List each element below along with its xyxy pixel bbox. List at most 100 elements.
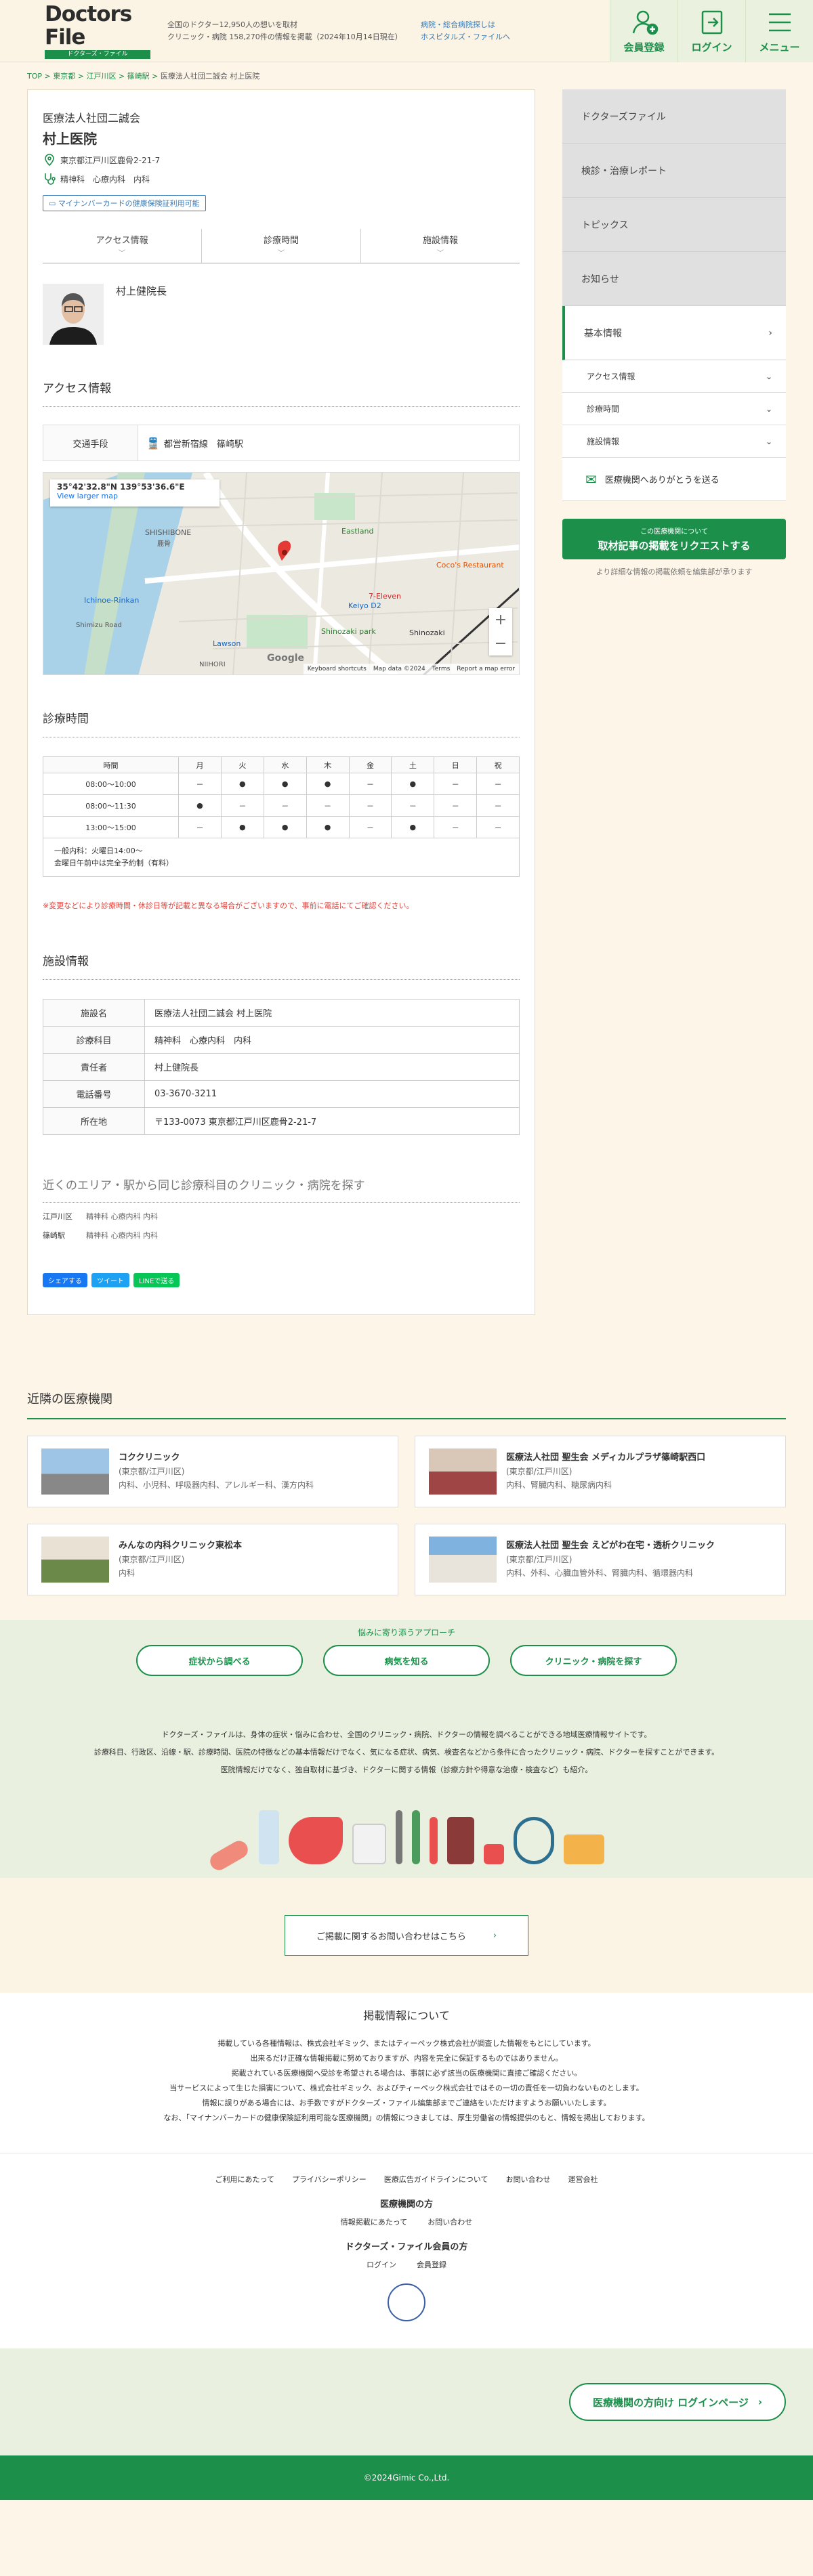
map-label: Shinozaki: [409, 628, 445, 637]
chevron-right-icon: ›: [768, 327, 772, 339]
sidebar-item-report[interactable]: 検診・治療レポート: [562, 144, 786, 198]
table-row: 08:00〜10:00 － ● ● ● － ● －－: [43, 773, 520, 795]
pill-icon: [207, 1837, 251, 1874]
subnav-access[interactable]: アクセス情報 ⌄: [562, 360, 786, 393]
tab-access[interactable]: アクセス情報 ﹀: [43, 229, 201, 263]
footer-link-privacy[interactable]: プライバシーポリシー: [292, 2174, 367, 2185]
register-button[interactable]: 会員登録: [610, 0, 678, 62]
zoom-in-button[interactable]: +: [489, 608, 512, 632]
sidebar-item-doctors-file[interactable]: ドクターズファイル: [562, 89, 786, 144]
footer-link-med-contact[interactable]: お問い合わせ: [428, 2216, 472, 2227]
depts-text: 精神科 心療内科 内科: [60, 174, 150, 184]
near-station-links[interactable]: 精神科 心療内科 内科: [86, 1230, 158, 1241]
crumb-edogawa[interactable]: 江戸川区: [86, 72, 116, 81]
near-area-label[interactable]: 江戸川区: [43, 1211, 86, 1222]
hours-cell: ●: [391, 773, 435, 795]
chevron-down-icon: ⌄: [765, 371, 772, 381]
hours-cell: ●: [391, 816, 435, 838]
map-label: Lawson: [213, 639, 241, 648]
subnav-facility[interactable]: 施設情報 ⌄: [562, 425, 786, 458]
footer-link-company[interactable]: 運営会社: [568, 2174, 598, 2185]
tab-hours[interactable]: 診療時間 ﹀: [201, 229, 360, 263]
crumb-shinozaki[interactable]: 篠崎駅: [127, 72, 150, 81]
terms-link[interactable]: Terms: [432, 666, 451, 672]
facility-value: 医療法人社団二誠会 村上医院: [144, 999, 520, 1027]
transport-text: 都営新宿線 篠崎駅: [163, 439, 243, 450]
footer-link-contact[interactable]: お問い合わせ: [505, 2174, 550, 2185]
know-disease-button[interactable]: 病気を知る: [323, 1645, 490, 1676]
crumb-top[interactable]: TOP: [27, 72, 42, 81]
sidebar-item-basic-info[interactable]: 基本情報 ›: [562, 306, 786, 360]
report-error-link[interactable]: Report a map error: [457, 666, 515, 672]
hours-note-line1: 一般内科：火曜日14:00〜: [54, 846, 143, 855]
crumb-tokyo[interactable]: 東京都: [53, 72, 75, 81]
hours-cell: －: [391, 794, 435, 817]
login-button[interactable]: ログイン: [678, 0, 745, 62]
list-item[interactable]: 医療法人社団 聖生会 メディカルプラザ篠崎駅西口 (東京都/江戸川区) 内科、腎臓内…: [415, 1436, 786, 1507]
hours-cell: －: [476, 794, 520, 817]
hospitals-file-link[interactable]: 病院・総合病院探しは ホスピタルズ・ファイルへ: [421, 19, 556, 43]
transport-key: 交通手段: [43, 425, 138, 460]
publish-line: 情報に誤りがある場合には、お手数ですがドクターズ・ファイル編集部までご連絡をいた…: [202, 2099, 611, 2107]
line-share-button[interactable]: LINEで送る: [133, 1273, 180, 1287]
tab-access-label: アクセス情報: [96, 236, 148, 246]
footer-link-register[interactable]: 会員登録: [417, 2259, 446, 2270]
map-coord-box: 35°42'32.8"N 139°53'36.6"E View larger m…: [50, 479, 220, 507]
footer-link-terms[interactable]: ご利用にあたって: [215, 2174, 274, 2185]
hosp-link-line1: 病院・総合病院探しは: [421, 20, 495, 29]
thermometer-icon: [396, 1810, 402, 1864]
card-name: みんなの内科クリニック東松本: [119, 1541, 243, 1551]
card-depts: 内科、外科、心臓血管外科、腎臓内科、循環器内科: [506, 1568, 694, 1578]
facebook-share-button[interactable]: シェアする: [43, 1273, 87, 1287]
hours-cell: 08:00〜10:00: [43, 773, 179, 795]
keyboard-shortcuts-link[interactable]: Keyboard shortcuts: [308, 666, 367, 672]
list-item[interactable]: みんなの内科クリニック東松本 (東京都/江戸川区) 内科: [27, 1524, 398, 1595]
hours-cell: －: [306, 794, 350, 817]
subnav-label: アクセス情報: [587, 372, 635, 381]
hours-cell: －: [434, 816, 478, 838]
tooth-icon: [352, 1824, 386, 1864]
subnav-hours[interactable]: 診療時間 ⌄: [562, 393, 786, 425]
subnav-label: 診療時間: [587, 404, 620, 414]
tweet-button[interactable]: ツイート: [91, 1273, 129, 1287]
tab-facility[interactable]: 施設情報 ﹀: [360, 229, 520, 263]
list-item[interactable]: コククリニック (東京都/江戸川区) 内科、小児科、呼吸器内科、アレルギー科、漢方内…: [27, 1436, 398, 1507]
list-item[interactable]: 医療法人社団 聖生会 えどがわ在宅・透析クリニック (東京都/江戸川区) 内科、外科…: [415, 1524, 786, 1595]
hours-title: 診療時間: [43, 709, 520, 737]
card-depts: 内科、小児科、呼吸器内科、アレルギー科、漢方内科: [119, 1480, 314, 1490]
sidebar-item-topics[interactable]: トピックス: [562, 198, 786, 252]
facility-table: 施設名 医療法人社団二誠会 村上医院 診療科目 精神科 心療内科 内科 責任者 村上健…: [43, 999, 520, 1135]
stethoscope-icon: [514, 1817, 554, 1864]
site-logo[interactable]: Doctors File ドクターズ・ファイル: [45, 3, 157, 59]
google-map[interactable]: 35°42'32.8"N 139°53'36.6"E View larger m…: [43, 472, 520, 675]
map-label: Shinozaki park: [321, 627, 376, 636]
near-area-links[interactable]: 精神科 心療内科 内科: [86, 1211, 158, 1222]
logo-text: Doctors File: [45, 2, 132, 49]
hours-cell: －: [476, 816, 520, 838]
card-area: (東京都/江戸川区): [119, 1555, 185, 1564]
footer-link-ad-guideline[interactable]: 医療広告ガイドラインについて: [384, 2174, 488, 2185]
sidebar-item-news[interactable]: お知らせ: [562, 252, 786, 306]
footer-link-listing[interactable]: 情報掲載にあたって: [341, 2216, 407, 2227]
mynumber-badge: ▭ マイナンバーカードの健康保険証利用可能: [43, 195, 206, 211]
find-clinic-button[interactable]: クリニック・病院を探す: [510, 1645, 677, 1676]
menu-button[interactable]: メニュー: [745, 0, 813, 62]
request-interview-button[interactable]: この医療機関について 取材記事の掲載をリクエストする: [562, 519, 786, 559]
facility-value: 〒133-0073 東京都江戸川区鹿骨2-21-7: [144, 1107, 520, 1135]
publish-title: 掲載情報について: [363, 2009, 450, 2022]
chevron-down-icon: ﹀: [278, 250, 285, 257]
nearby-title: 近隣の医療機関: [27, 1390, 786, 1419]
hours-cell: ●: [306, 773, 350, 795]
zoom-out-button[interactable]: −: [489, 632, 512, 656]
map-label: NIIHORI: [199, 661, 226, 668]
near-station-label[interactable]: 篠崎駅: [43, 1230, 86, 1241]
send-thanks-link[interactable]: ✉ 医療機関へありがとうを送る: [562, 458, 786, 501]
footer-link-login[interactable]: ログイン: [367, 2259, 396, 2270]
id-card-icon: ▭: [49, 199, 58, 208]
hours-cell: －: [348, 816, 392, 838]
facility-key: 電話番号: [43, 1080, 145, 1108]
search-by-symptom-button[interactable]: 症状から調べる: [136, 1645, 303, 1676]
med-login-button[interactable]: 医療機関の方向け ログインページ ›: [569, 2383, 786, 2421]
view-larger-map-link[interactable]: View larger map: [57, 492, 213, 500]
inquiry-button[interactable]: ご掲載に関するお問い合わせはこちら ›: [285, 1915, 528, 1956]
